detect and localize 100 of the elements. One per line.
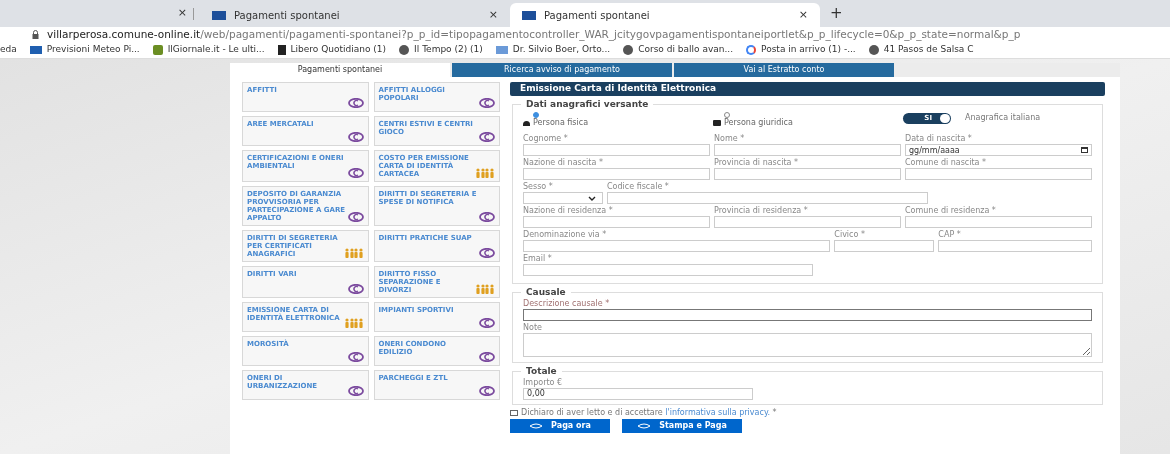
bookmark-icon	[277, 45, 286, 55]
close-tab-icon[interactable]: ×	[798, 6, 808, 24]
field-label: Civico *	[834, 230, 866, 239]
input-field[interactable]	[714, 144, 901, 156]
bookmark[interactable]: Il Tempo (2) (1)	[399, 43, 483, 57]
field-label: Codice fiscale *	[607, 182, 670, 191]
input-field[interactable]	[523, 264, 813, 276]
field-label: Comune di residenza *	[905, 206, 997, 215]
input-field[interactable]	[523, 168, 710, 180]
euro-icon	[479, 386, 495, 396]
people-icon	[343, 248, 364, 258]
bookmark[interactable]: Posta in arrivo (1) -...	[746, 43, 856, 57]
browser-tab[interactable]: Pagamenti spontanei ×	[200, 3, 510, 27]
lock-icon	[32, 30, 39, 39]
notes-field[interactable]	[523, 333, 1092, 357]
people-icon	[343, 318, 364, 328]
field-label: Provincia di residenza *	[714, 206, 809, 215]
bookmark[interactable]: Corso di ballo avan...	[623, 43, 734, 57]
radio-label: Persona fisica	[533, 118, 589, 128]
person-icon	[523, 121, 530, 126]
page-tab[interactable]: Ricerca avviso di pagamento	[452, 63, 672, 77]
page-tab[interactable]: Pagamenti spontanei	[230, 63, 450, 77]
people-icon	[475, 168, 495, 178]
select-field[interactable]	[523, 192, 603, 204]
radio-button[interactable]	[533, 112, 539, 118]
input-field[interactable]	[938, 240, 1092, 252]
input-field[interactable]	[607, 192, 928, 204]
privacy-checkbox[interactable]	[510, 409, 518, 416]
toggle-caption: Anagrafica italiana	[965, 112, 1041, 124]
privacy-text: Dichiaro di aver letto e di accettare l'informativa sulla privacy. *	[521, 408, 777, 417]
euro-icon	[479, 248, 495, 258]
form-title: Emissione Carta di Identità Elettronica	[510, 82, 1105, 96]
radio-label: Persona giuridica	[724, 118, 793, 128]
input-field[interactable]	[905, 216, 1092, 228]
field-label: Cognome *	[523, 134, 569, 143]
field-label: Descrizione causale *	[523, 299, 611, 308]
input-field[interactable]	[905, 168, 1092, 180]
bookmark[interactable]: Dr. Silvio Boer, Orto...	[495, 43, 611, 57]
section-legend: Totale	[521, 366, 562, 376]
field-label: Email *	[523, 254, 553, 263]
pay-button[interactable]: Paga ora	[510, 419, 610, 433]
url-text: villarperosa.comune-online.it/web/pagamenti/pagamenti-spontanei?p_p_id=tipopagamentocontroller_WAR_jcitygovpagamentispontaneiportlet&p_p_lifecycle=0&p_p_state=normal&p_p	[47, 26, 1021, 43]
bookmark-icon	[29, 46, 42, 54]
input-field[interactable]	[714, 168, 901, 180]
privacy-link[interactable]: l'informativa sulla privacy.	[665, 408, 770, 417]
field-label: Data di nascita *	[905, 134, 973, 143]
euro-icon	[479, 132, 495, 142]
euro-icon	[347, 352, 364, 362]
section-legend: Causale	[521, 287, 571, 297]
euro-icon	[347, 168, 364, 178]
field-label: Denominazione via *	[523, 230, 608, 239]
field-label: Nazione di residenza *	[523, 206, 614, 215]
euro-icon	[347, 284, 364, 294]
pagopa-icon	[529, 423, 544, 429]
google-icon	[746, 45, 757, 55]
euro-icon	[479, 212, 495, 222]
field-label: Importo €	[523, 378, 564, 387]
field-label: Provincia di nascita *	[714, 158, 799, 167]
date-field[interactable]: gg/mm/aaaa	[905, 144, 1092, 156]
field-label: Comune di nascita *	[905, 158, 988, 167]
euro-icon	[347, 212, 364, 222]
input-field[interactable]	[834, 240, 935, 252]
close-tab-icon[interactable]: ×	[488, 6, 498, 24]
favicon-icon	[212, 10, 226, 20]
input-field[interactable]	[714, 216, 901, 228]
field-label: Nazione di nascita *	[523, 158, 604, 167]
browser-tab[interactable]: Pagamenti spontanei ×	[510, 3, 820, 27]
bookmark[interactable]: Libero Quotidiano (1)	[277, 43, 387, 57]
input-field[interactable]	[523, 144, 710, 156]
section-legend: Dati anagrafici versante	[521, 99, 654, 109]
bookmark[interactable]: Previsioni Meteo Pi...	[29, 43, 140, 57]
people-icon	[475, 284, 495, 294]
input-field[interactable]	[523, 216, 710, 228]
field-label: Sesso *	[523, 182, 554, 191]
euro-icon	[479, 352, 495, 362]
euro-icon	[347, 386, 364, 396]
euro-icon	[479, 98, 495, 108]
globe-icon	[868, 45, 879, 55]
bookmark[interactable]: eda	[0, 43, 17, 57]
globe-icon	[399, 45, 410, 55]
bookmark[interactable]: 41 Pasos de Salsa C	[868, 43, 974, 57]
euro-icon	[347, 98, 364, 108]
bookmark-icon	[152, 45, 163, 55]
favicon-icon	[522, 10, 536, 20]
field-label: CAP *	[938, 230, 962, 239]
amount-field[interactable]: 0,00	[523, 388, 753, 400]
field-label: Note	[523, 323, 543, 332]
bookmark[interactable]: IlGiornale.it - Le ulti...	[152, 43, 265, 57]
chevron-down-icon	[588, 195, 596, 201]
input-field[interactable]	[523, 309, 1092, 321]
page-tab[interactable]: Vai al Estratto conto	[674, 63, 894, 77]
globe-icon	[623, 45, 634, 55]
close-tab-icon[interactable]: ×	[177, 5, 187, 22]
pay-button[interactable]: Stampa e Paga	[622, 419, 742, 433]
bookmark-icon	[495, 46, 508, 54]
radio-button[interactable]	[724, 112, 730, 118]
new-tab-button[interactable]: +	[830, 1, 843, 24]
input-field[interactable]	[523, 240, 831, 252]
address-bar[interactable]: villarperosa.comune-online.it/web/pagamenti/pagamenti-spontanei?p_p_id=tipopagamentocontroller_WAR_jcitygovpagamentispontaneiportlet&p_p_lifecycle=0&p_p_state=normal&p_p	[0, 27, 1170, 42]
briefcase-icon	[713, 120, 721, 126]
